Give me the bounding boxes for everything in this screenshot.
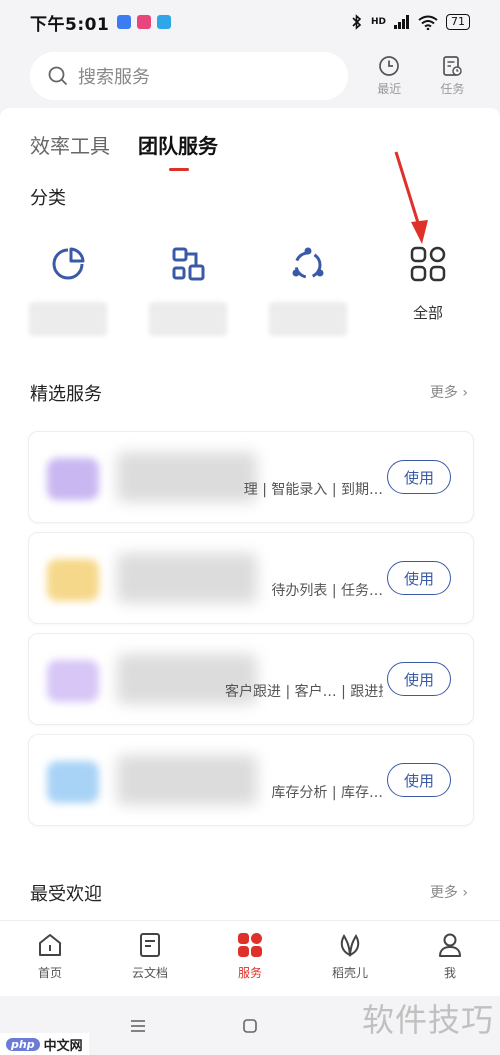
tab-bar: 效率工具 团队服务 (30, 130, 218, 171)
tab-efficiency-tools[interactable]: 效率工具 (30, 130, 110, 159)
search-row: 搜索服务 最近 任务 (0, 44, 500, 108)
chevron-right-icon: › (462, 885, 468, 901)
nav-docer[interactable]: 稻壳儿 (300, 921, 400, 996)
chevron-right-icon: › (462, 385, 468, 401)
categories-title: 分类 (30, 188, 66, 209)
status-right: HD 71 (351, 14, 470, 30)
services-icon (238, 933, 262, 957)
nav-profile-label: 我 (443, 966, 456, 980)
watermark-text: 软件技巧 (361, 1001, 494, 1039)
bluetooth-icon (352, 14, 362, 30)
status-app-icons (117, 15, 172, 29)
category-label-redacted (149, 302, 227, 336)
grid-icon (410, 246, 446, 282)
flow-icon (172, 247, 205, 281)
leaf-icon (340, 934, 360, 957)
featured-more-label: 更多 (429, 385, 458, 401)
clock-icon (379, 56, 400, 76)
pie-chart-icon (52, 247, 85, 280)
bottom-nav: 首页 云文档 服务 稻壳儿 我 (0, 920, 500, 996)
use-button[interactable]: 使用 (387, 763, 451, 797)
task-label: 任务 (440, 82, 465, 96)
profile-icon (439, 933, 461, 957)
app-notification-icon (137, 15, 152, 29)
home-square-icon[interactable] (242, 1018, 258, 1034)
nav-home-label: 首页 (37, 966, 62, 980)
task-icon (443, 56, 463, 76)
site-badge-name: 中文网 (43, 1038, 83, 1054)
service-thumbnail (47, 761, 99, 803)
service-card[interactable]: 理 | 智能录入 | 到期… 使用 (28, 431, 474, 523)
app-notification-icon (117, 15, 132, 29)
popular-more-label: 更多 (429, 885, 458, 901)
search-icon (48, 66, 68, 86)
service-description: 待办列表 | 任务… (271, 583, 383, 599)
network-label: HD (370, 17, 386, 27)
service-card[interactable]: 待办列表 | 任务… 使用 (28, 532, 474, 624)
use-button[interactable]: 使用 (387, 460, 451, 494)
recent-button[interactable]: 最近 (360, 55, 419, 97)
menu-icon[interactable] (130, 1019, 146, 1033)
app-notification-icon (157, 15, 172, 29)
status-bar: 下午5:01 HD 71 (0, 0, 500, 44)
nav-profile[interactable]: 我 (400, 921, 500, 996)
category-all-label: 全部 (412, 304, 443, 322)
search-placeholder: 搜索服务 (78, 67, 150, 88)
tab-team-services[interactable]: 团队服务 (138, 130, 218, 171)
service-thumbnail (47, 559, 99, 601)
use-button[interactable]: 使用 (387, 662, 451, 696)
category-item[interactable] (138, 246, 238, 336)
popular-title: 最受欢迎 (30, 884, 102, 905)
nav-cloud-docs-label: 云文档 (131, 966, 168, 980)
category-item[interactable] (258, 246, 358, 336)
signal-icon (394, 15, 409, 29)
nav-services[interactable]: 服务 (200, 921, 300, 996)
category-item[interactable] (18, 246, 118, 336)
battery-indicator: 71 (446, 14, 470, 30)
service-description: 理 | 智能录入 | 到期… (243, 482, 383, 498)
category-label-redacted (269, 302, 347, 336)
service-thumbnail (47, 458, 99, 500)
featured-title: 精选服务 (30, 384, 102, 405)
featured-more-link[interactable]: 更多 › (430, 382, 468, 402)
annotation-arrow (394, 151, 428, 244)
service-card[interactable]: 库存分析 | 库存… 使用 (28, 734, 474, 826)
wifi-icon (418, 15, 438, 30)
task-button[interactable]: 任务 (423, 55, 482, 97)
site-badge-php: php (6, 1037, 40, 1051)
cycle-icon (292, 247, 324, 279)
nav-home[interactable]: 首页 (0, 921, 100, 996)
use-button[interactable]: 使用 (387, 561, 451, 595)
home-icon (39, 934, 61, 956)
service-description: 客户跟进 | 客户… | 跟进提醒 | 跟… (225, 684, 383, 700)
document-icon (140, 933, 160, 957)
nav-cloud-docs[interactable]: 云文档 (100, 921, 200, 996)
status-time: 下午5:01 (30, 14, 110, 35)
recent-label: 最近 (377, 82, 402, 96)
category-all[interactable]: 全部 (378, 246, 478, 323)
nav-services-label: 服务 (237, 966, 262, 980)
popular-more-link[interactable]: 更多 › (430, 882, 468, 902)
search-input[interactable]: 搜索服务 (30, 52, 348, 100)
site-badge: php 中文网 (0, 1033, 89, 1055)
nav-docer-label: 稻壳儿 (331, 966, 368, 980)
category-label-redacted (29, 302, 107, 336)
service-thumbnail (47, 660, 99, 702)
service-description: 库存分析 | 库存… (271, 785, 383, 801)
service-card[interactable]: 客户跟进 | 客户… | 跟进提醒 | 跟… 使用 (28, 633, 474, 725)
